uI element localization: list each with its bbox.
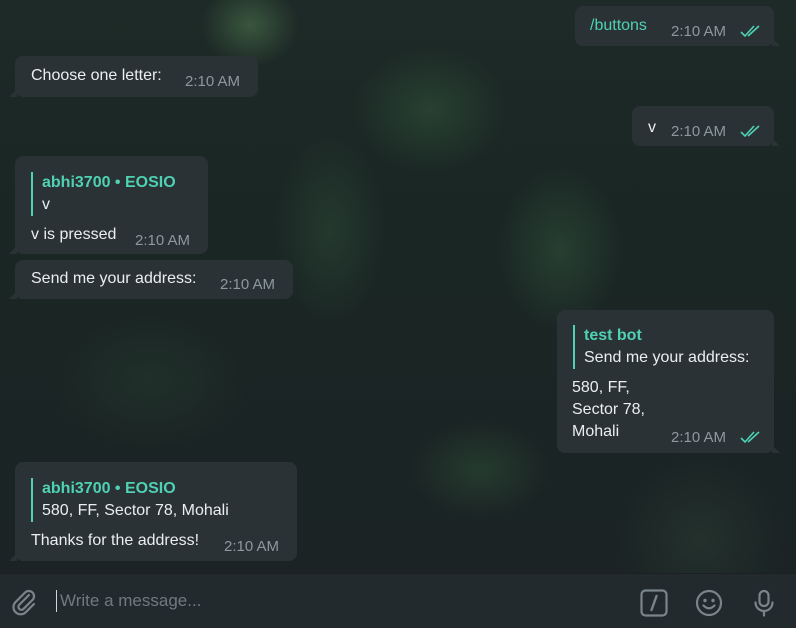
double-check-icon bbox=[740, 125, 760, 138]
message-text: Thanks for the address! bbox=[31, 532, 200, 549]
message-time: 2:10 AM bbox=[671, 23, 727, 40]
reply-author: abhi3700 • EOSIO bbox=[42, 174, 176, 191]
message-time: 2:10 AM bbox=[671, 123, 727, 140]
message-text-line: Mohali bbox=[572, 423, 620, 440]
message-text: Choose one letter: bbox=[31, 67, 162, 84]
message-incoming-reply[interactable]: abhi3700 • EOSIO v v is pressed 2:10 AM bbox=[9, 156, 208, 254]
message-time: 2:10 AM bbox=[220, 276, 276, 293]
text-cursor bbox=[56, 590, 57, 612]
message-input[interactable]: Write a message... bbox=[60, 586, 620, 616]
message-outgoing-buttons-command[interactable]: /buttons 2:10 AM bbox=[575, 6, 780, 46]
emoji-icon[interactable] bbox=[695, 589, 723, 617]
double-check-icon bbox=[740, 25, 760, 38]
message-time: 2:10 AM bbox=[224, 538, 280, 555]
paperclip-icon[interactable] bbox=[10, 588, 38, 616]
message-text-line: 580, FF, bbox=[572, 379, 630, 396]
message-incoming-reply[interactable]: abhi3700 • EOSIO 580, FF, Sector 78, Moh… bbox=[9, 462, 297, 561]
double-check-icon bbox=[740, 431, 760, 444]
reply-quote[interactable]: test bot Send me your address: bbox=[573, 325, 749, 369]
message-text: v is pressed bbox=[31, 226, 117, 243]
message-text: v bbox=[648, 119, 656, 136]
message-text-line: Sector 78, bbox=[572, 401, 645, 418]
message-composer: Write a message... bbox=[0, 573, 796, 628]
message-outgoing-reply[interactable]: test bot Send me your address: 580, FF, … bbox=[557, 310, 780, 453]
reply-text: v bbox=[42, 196, 50, 213]
message-text[interactable]: /buttons bbox=[590, 15, 647, 37]
message-time: 2:10 AM bbox=[135, 232, 191, 249]
microphone-icon[interactable] bbox=[750, 588, 778, 618]
message-incoming[interactable]: Send me your address: 2:10 AM bbox=[9, 260, 293, 299]
reply-text: 580, FF, Sector 78, Mohali bbox=[42, 502, 229, 519]
message-time: 2:10 AM bbox=[185, 73, 241, 90]
reply-quote[interactable]: abhi3700 • EOSIO 580, FF, Sector 78, Moh… bbox=[31, 478, 229, 522]
message-incoming[interactable]: Choose one letter: 2:10 AM bbox=[9, 56, 258, 97]
reply-author: test bot bbox=[584, 327, 642, 344]
reply-author: abhi3700 • EOSIO bbox=[42, 480, 176, 497]
message-outgoing[interactable]: v 2:10 AM bbox=[632, 106, 780, 146]
reply-text: Send me your address: bbox=[584, 349, 750, 366]
message-time: 2:10 AM bbox=[671, 429, 727, 446]
message-text: Send me your address: bbox=[31, 270, 197, 287]
reply-quote[interactable]: abhi3700 • EOSIO v bbox=[31, 172, 176, 216]
slash-command-icon[interactable] bbox=[640, 589, 668, 617]
